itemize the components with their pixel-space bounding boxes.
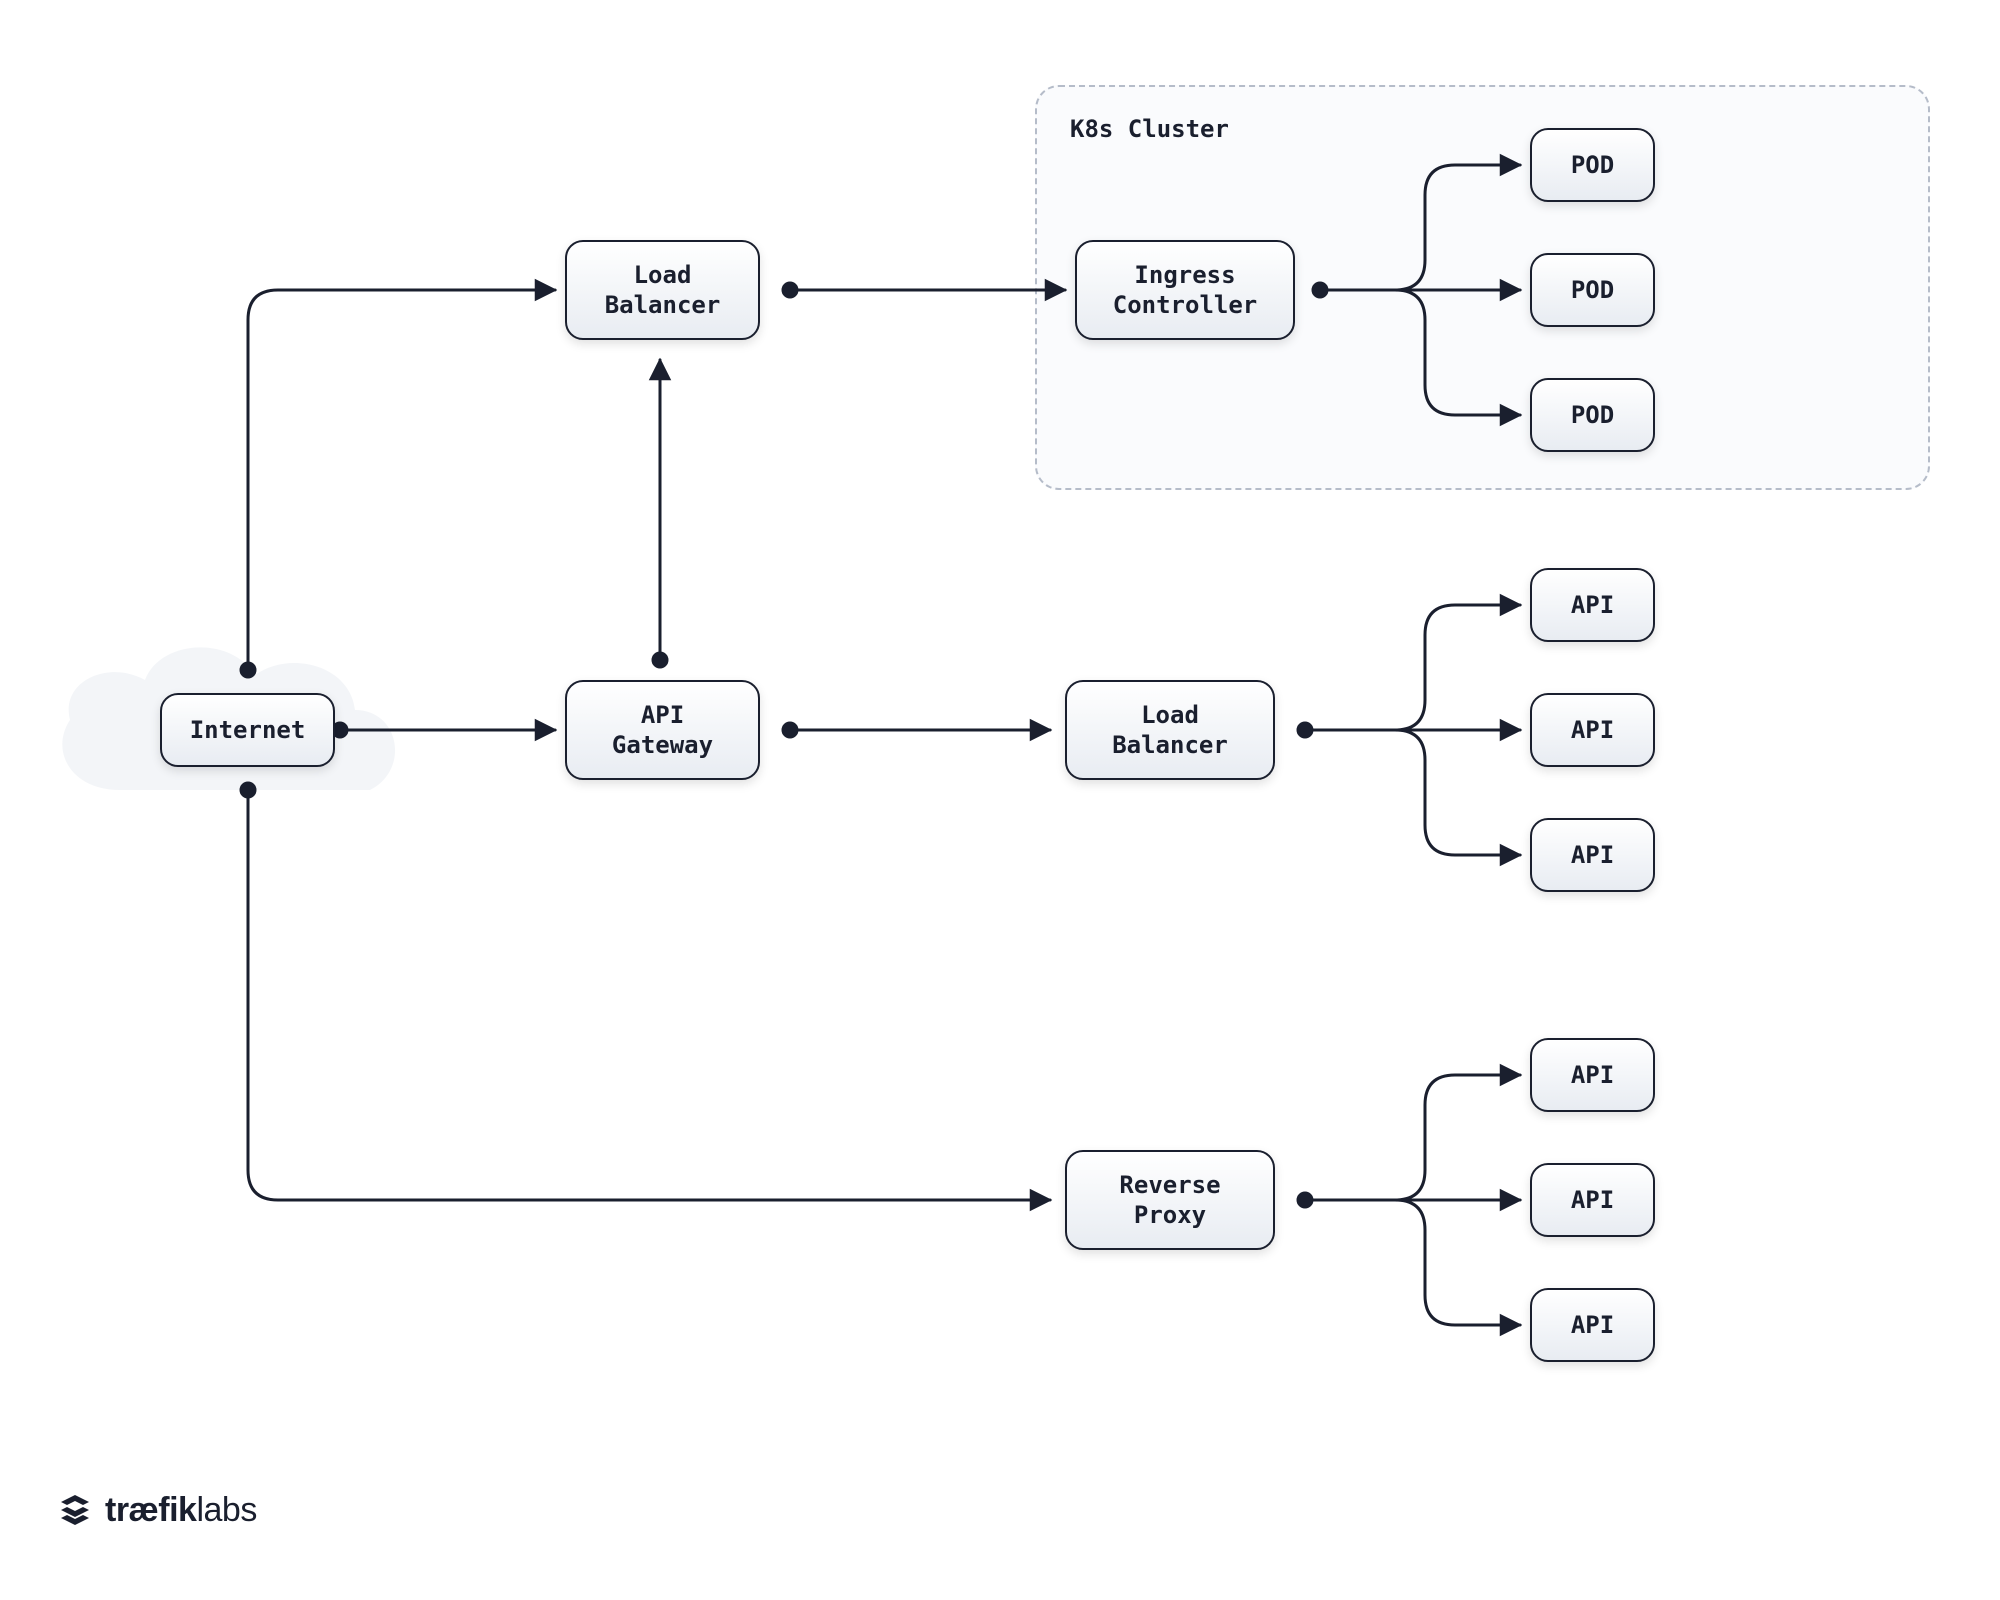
load-balancer-right-node: Load Balancer (1065, 680, 1275, 780)
api-node-4: API (1530, 1038, 1655, 1112)
reverse-proxy-node: Reverse Proxy (1065, 1150, 1275, 1250)
brand-text: træfiklabs (105, 1491, 257, 1530)
ingress-controller-node: Ingress Controller (1075, 240, 1295, 340)
internet-node: Internet (160, 693, 335, 767)
pod-node-3: POD (1530, 378, 1655, 452)
load-balancer-top-node: Load Balancer (565, 240, 760, 340)
brand-logo: træfiklabs (55, 1490, 257, 1530)
pod-node-1: POD (1530, 128, 1655, 202)
api-node-3: API (1530, 818, 1655, 892)
api-node-5: API (1530, 1163, 1655, 1237)
api-gateway-node: API Gateway (565, 680, 760, 780)
k8s-cluster-title: K8s Cluster (1070, 115, 1229, 143)
traefik-logo-icon (55, 1490, 95, 1530)
pod-node-2: POD (1530, 253, 1655, 327)
api-node-1: API (1530, 568, 1655, 642)
api-node-2: API (1530, 693, 1655, 767)
api-node-6: API (1530, 1288, 1655, 1362)
